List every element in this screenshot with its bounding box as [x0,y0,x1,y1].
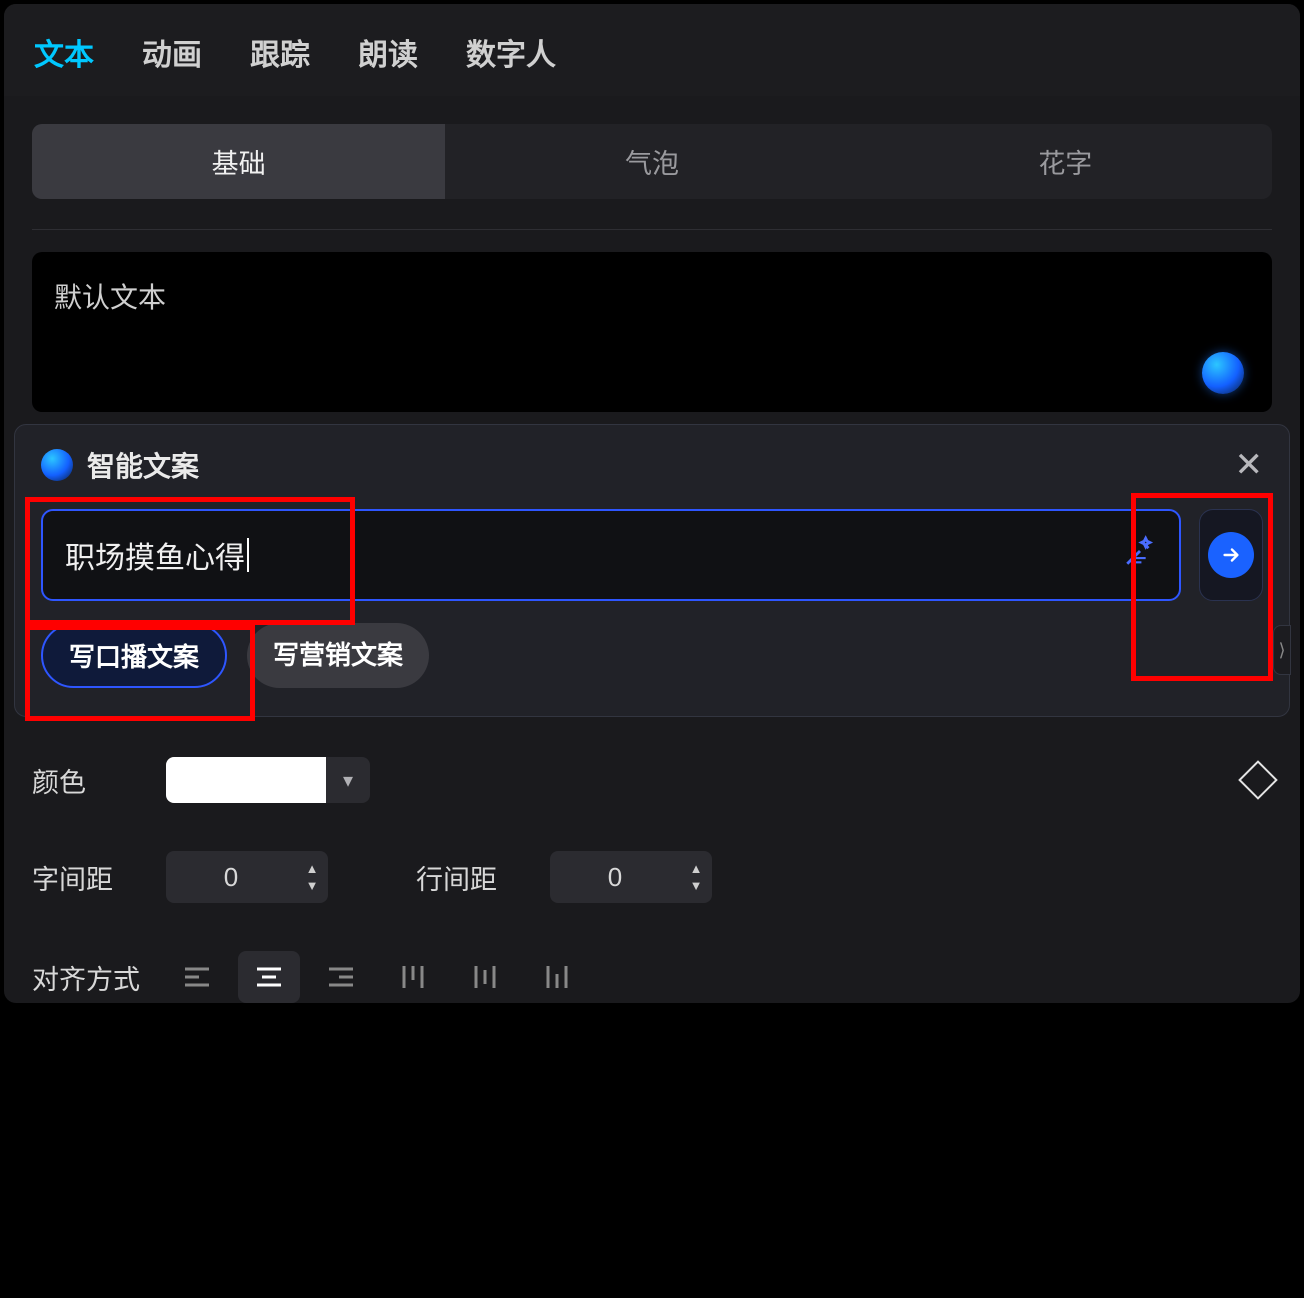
tab-avatar[interactable]: 数字人 [466,30,556,74]
subtab-basic[interactable]: 基础 [32,124,445,199]
tab-read[interactable]: 朗读 [358,30,418,74]
letter-spacing-input[interactable]: 0 ▲▼ [166,851,328,903]
subtab-fancy[interactable]: 花字 [859,124,1272,199]
color-label: 颜色 [32,761,142,800]
tab-tracking[interactable]: 跟踪 [250,30,310,74]
keyframe-diamond-icon[interactable] [1238,760,1278,800]
ai-orb-icon [41,449,73,481]
prompt-input[interactable]: 职场摸鱼心得 [41,509,1181,601]
color-row: 颜色 ▾ [32,757,1272,803]
align-center-button[interactable] [238,951,300,1003]
popup-title: 智能文案 [87,445,199,485]
tab-animation[interactable]: 动画 [142,30,202,74]
prompt-input-text: 职场摸鱼心得 [65,533,245,577]
resize-handle-icon[interactable]: ⟩ [1273,625,1291,675]
letter-spacing-label: 字间距 [32,858,142,897]
align-left-button[interactable] [166,951,228,1003]
align-label: 对齐方式 [32,958,142,997]
tab-text[interactable]: 文本 [34,30,94,74]
line-spacing-label: 行间距 [416,858,526,897]
close-icon[interactable]: ✕ [1235,448,1264,482]
color-swatch [166,757,326,803]
top-tab-bar: 文本 动画 跟踪 朗读 数字人 [4,4,1300,96]
sub-tab-bar: 基础 气泡 花字 [32,124,1272,199]
vertical-align-left-button[interactable] [382,951,444,1003]
chip-voiceover-copy[interactable]: 写口播文案 [41,623,227,688]
line-spacing-input[interactable]: 0 ▲▼ [550,851,712,903]
smart-copy-popup: 智能文案 ✕ 职场摸鱼心得 [14,424,1290,717]
ai-orb-icon[interactable] [1202,352,1244,394]
align-right-button[interactable] [310,951,372,1003]
align-row: 对齐方式 [32,951,1272,1003]
letter-spacing-value: 0 [166,862,296,893]
chip-marketing-copy[interactable]: 写营销文案 [247,623,429,688]
subtab-bubble[interactable]: 气泡 [445,124,858,199]
divider [32,229,1272,230]
text-placeholder: 默认文本 [54,282,166,313]
magic-wand-icon[interactable] [1123,534,1157,576]
vertical-align-right-button[interactable] [526,951,588,1003]
arrow-right-icon [1220,544,1242,566]
spacing-row: 字间距 0 ▲▼ 行间距 0 ▲▼ [32,851,1272,903]
send-button[interactable] [1199,509,1263,601]
letter-spacing-stepper[interactable]: ▲▼ [296,862,328,892]
line-spacing-stepper[interactable]: ▲▼ [680,862,712,892]
color-picker[interactable]: ▾ [166,757,370,803]
text-content-box[interactable]: 默认文本 [32,252,1272,412]
vertical-align-center-button[interactable] [454,951,516,1003]
line-spacing-value: 0 [550,862,680,893]
chevron-down-icon[interactable]: ▾ [326,768,370,793]
